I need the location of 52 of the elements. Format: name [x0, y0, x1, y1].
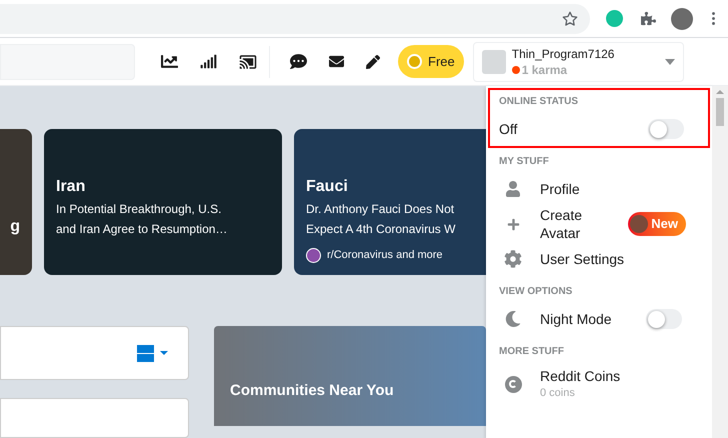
card-title: Communities Near You [230, 381, 394, 401]
section-heading: VIEW OPTIONS [498, 284, 574, 298]
layout-view-icon[interactable] [137, 344, 154, 362]
bookmark-star-icon[interactable] [562, 10, 578, 26]
section-heading: ONLINE STATUS [498, 94, 580, 108]
profile-icon [505, 181, 521, 197]
bar-chart-icon[interactable] [200, 53, 217, 70]
card-title: Fauci [306, 177, 349, 197]
menu-item[interactable]: Reddit Coins [540, 366, 620, 385]
news-card[interactable]: Iran In Potential Breakthrough, U.S. and Iran Agree to Resumption… [44, 129, 282, 275]
coin-balance: 0 coins [540, 386, 576, 401]
new-badge: New [628, 212, 686, 236]
card-headline: Dr. Anthony Fauci Does Not Expect A 4th Coronavirus W [306, 201, 456, 238]
karma-count: 1 karma [522, 62, 568, 78]
chat-icon[interactable] [290, 53, 307, 70]
news-card[interactable]: g [0, 129, 32, 275]
menu-label: Night Mode [540, 310, 612, 329]
avatar-icon [482, 50, 506, 74]
card-source: r/Coronavirus and more [327, 248, 443, 263]
mail-icon[interactable] [329, 54, 344, 69]
menu-item[interactable]: Profile [540, 180, 580, 198]
pen-icon[interactable] [366, 54, 380, 68]
plus-icon [506, 218, 520, 230]
caret-icon[interactable] [160, 351, 168, 355]
settings-icon [504, 250, 522, 268]
menu-item[interactable]: Create Avatar [540, 206, 616, 242]
menu-item[interactable]: User Settings [540, 250, 624, 268]
scrollbar[interactable] [712, 86, 728, 438]
profile-avatar-icon[interactable] [671, 8, 693, 30]
toggle-switch[interactable] [648, 119, 684, 139]
section-heading: MY STUFF [498, 154, 550, 168]
caret-icon [664, 58, 675, 64]
subreddit-icon [306, 248, 321, 262]
trending-icon[interactable] [161, 53, 178, 70]
avatar-icon [630, 215, 648, 233]
username: Thin_Program7126 [512, 46, 614, 62]
section-heading: MORE STUFF [498, 344, 565, 358]
coin-icon [504, 376, 522, 392]
toggle-switch[interactable] [646, 309, 682, 329]
coin-icon [407, 54, 422, 69]
communities-card[interactable]: Communities Near You [214, 326, 486, 426]
news-card[interactable]: Fauci Dr. Anthony Fauci Does Not Expect A 4th Coronavirus W r/Coronavirus and more [294, 129, 486, 275]
extensions-icon[interactable] [641, 11, 656, 26]
card-title: Iran [56, 177, 86, 197]
moon-icon [505, 311, 521, 327]
card-title: g [10, 217, 20, 237]
karma-icon [512, 66, 520, 74]
menu-label: Off [499, 120, 518, 138]
card-headline: In Potential Breakthrough, U.S. and Iran Agree to Resumption… [56, 201, 228, 238]
user-menu-button[interactable]: Thin_Program7126 1 karma [472, 42, 684, 82]
cast-icon[interactable] [239, 52, 257, 70]
free-coins-button[interactable]: Free [398, 45, 464, 78]
